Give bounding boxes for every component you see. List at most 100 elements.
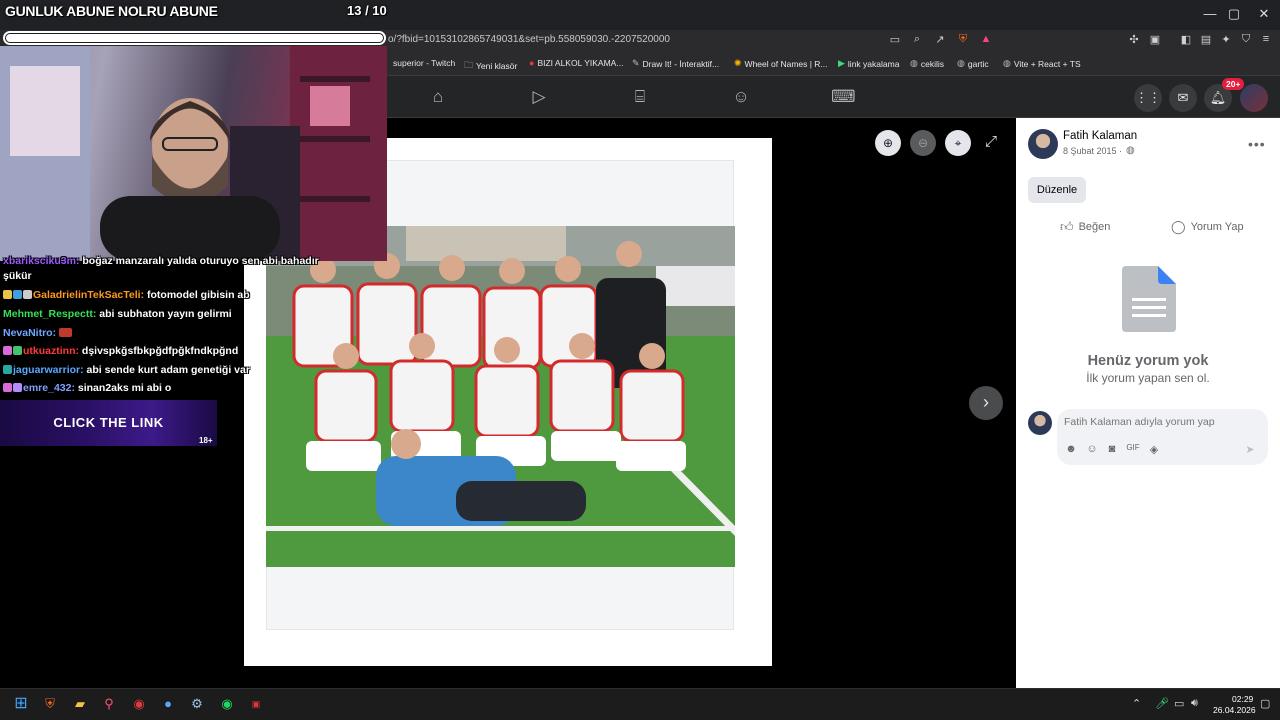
team-photo[interactable] bbox=[266, 226, 735, 567]
close-window-icon[interactable]: ✕ bbox=[1249, 6, 1279, 22]
edit-button[interactable]: Düzenle bbox=[1028, 177, 1086, 203]
chat-message: sinan2aks mi abi o bbox=[77, 382, 172, 394]
more-options-icon[interactable]: ••• bbox=[1248, 136, 1266, 152]
home-icon[interactable]: ⌂ bbox=[427, 86, 449, 108]
spotify-icon[interactable]: ◉ bbox=[217, 694, 237, 714]
marketplace-icon[interactable]: ⌸ bbox=[629, 86, 651, 108]
chat-message: boğaz manzaralı yalıda oturuyo sen abi b… bbox=[82, 255, 319, 267]
wheel-icon: ✺ bbox=[734, 58, 742, 68]
streaming-app-icon[interactable]: ▣ bbox=[246, 694, 266, 714]
share-icon[interactable]: ↗ bbox=[932, 33, 948, 46]
play-icon: ▶ bbox=[838, 58, 845, 68]
folder-icon: 🗀 bbox=[464, 60, 474, 70]
click-the-link-text: CLICK THE LINK bbox=[53, 415, 164, 430]
chat-badge-icon bbox=[3, 365, 12, 374]
bookmark-item[interactable]: ◍ gartic bbox=[957, 58, 989, 69]
camera-icon[interactable]: ◙ bbox=[1105, 443, 1119, 455]
chat-line: şükür bbox=[3, 270, 32, 282]
bookmark-item[interactable]: 🗀 Yeni klasör bbox=[464, 58, 517, 74]
bookmark-item[interactable]: ✺ Wheel of Names | R... bbox=[734, 58, 828, 69]
brave-browser-icon[interactable]: ⛨ bbox=[40, 694, 60, 714]
chat-message: abi subhaton yayın gelirmi bbox=[99, 308, 232, 320]
tag-icon[interactable]: ⌖ bbox=[945, 130, 971, 156]
clock-time[interactable]: 02:29 bbox=[1232, 694, 1253, 704]
leo-ai-icon[interactable]: ✦ bbox=[1218, 33, 1234, 46]
thumbs-up-icon: 👍︎ bbox=[1060, 219, 1074, 234]
brave-rewards-icon[interactable]: ▲ bbox=[978, 33, 994, 45]
video-icon[interactable]: ▷ bbox=[528, 86, 550, 108]
age-rating: 18+ bbox=[199, 436, 213, 445]
post-date[interactable]: 8 Şubat 2015 · bbox=[1063, 146, 1122, 156]
comment-input[interactable] bbox=[1064, 416, 1259, 428]
chat-badge-icon bbox=[3, 383, 12, 392]
author-name[interactable]: Fatih Kalaman bbox=[1063, 130, 1137, 142]
map-pin-app-icon[interactable]: ⚲ bbox=[99, 694, 119, 714]
like-button[interactable]: 👍︎ Beğen bbox=[1060, 219, 1110, 235]
comment-label: Yorum Yap bbox=[1190, 221, 1244, 233]
avatar-sticker-icon[interactable]: ☻ bbox=[1064, 443, 1078, 455]
zoom-out-icon[interactable]: ⊖ bbox=[910, 130, 936, 156]
menu-icon[interactable]: ≡ bbox=[1258, 33, 1274, 45]
fullscreen-icon[interactable]: ⤢ bbox=[985, 133, 997, 150]
emoji-icon[interactable]: ☺ bbox=[1085, 443, 1099, 455]
gaming-icon[interactable]: ⌨ bbox=[831, 86, 856, 108]
emote-icon bbox=[59, 328, 73, 337]
windows-start-icon[interactable]: ⊞ bbox=[11, 694, 31, 714]
app-red-icon[interactable]: ◉ bbox=[129, 694, 149, 714]
url-text[interactable]: o/?fbid=10153102865749031&set=pb.5580590… bbox=[388, 34, 670, 45]
globe-icon: ◍ bbox=[910, 58, 918, 68]
site-icon: ● bbox=[529, 58, 535, 68]
tab-search-icon[interactable]: ▣ bbox=[1147, 33, 1163, 46]
author-avatar[interactable] bbox=[1028, 129, 1058, 159]
sticker-icon[interactable]: ◈ bbox=[1147, 443, 1161, 456]
comment-button[interactable]: ◯ Yorum Yap bbox=[1171, 219, 1244, 235]
bookmark-item[interactable]: ▶ link yakalama bbox=[838, 58, 899, 69]
chat-username: NevaNitro: bbox=[3, 327, 57, 339]
team-photo-image bbox=[266, 226, 735, 567]
send-icon[interactable]: ➤ bbox=[1243, 443, 1257, 456]
groups-icon[interactable]: ☺ bbox=[730, 86, 752, 108]
chat-line: NevaNitro: bbox=[3, 327, 73, 339]
tray-chevron-icon[interactable]: ⌃ bbox=[1132, 697, 1141, 710]
bookmark-item[interactable]: ◍ cekilis bbox=[910, 58, 944, 69]
microphone-icon[interactable]: 🎤︎ bbox=[1155, 697, 1169, 710]
chat-line: utkuaztinn: dşivspkğsfbkpğdfpğkfndkpğnd bbox=[3, 345, 238, 357]
app-blue-icon[interactable]: ● bbox=[158, 694, 178, 714]
chat-badge-icon bbox=[13, 290, 22, 299]
bookmark-item[interactable]: superior - Twitch bbox=[393, 58, 455, 68]
chat-message: abi sende kurt adam genetiği var bbox=[86, 364, 250, 376]
vpn-icon[interactable]: ⛉ bbox=[1238, 33, 1254, 46]
document-icon bbox=[1122, 266, 1176, 332]
notifications-tray-icon[interactable]: ▢ bbox=[1260, 697, 1270, 710]
post-details-panel bbox=[1016, 118, 1280, 688]
sidebar-icon[interactable]: ◧ bbox=[1178, 33, 1194, 46]
extensions-icon[interactable]: ✣ bbox=[1126, 33, 1142, 46]
volume-icon[interactable]: 🔊︎ bbox=[1191, 697, 1198, 710]
profile-avatar[interactable] bbox=[1240, 84, 1268, 112]
webcam-image bbox=[0, 46, 387, 261]
steam-icon[interactable]: ⚙ bbox=[187, 694, 207, 714]
chat-message: dşivspkğsfbkpğdfpğkfndkpğnd bbox=[81, 345, 239, 357]
screen-cast-icon[interactable]: ▭ bbox=[887, 33, 903, 46]
chat-message: fotomodel gibisin ab bbox=[147, 289, 250, 301]
file-explorer-icon[interactable]: ▰ bbox=[70, 694, 90, 714]
bookmark-item[interactable]: ◍ Vite + React + TS bbox=[1003, 58, 1081, 69]
webcam-overlay bbox=[0, 46, 387, 261]
brave-shield-icon[interactable]: ⛨ bbox=[955, 33, 971, 46]
gif-icon[interactable]: GIF bbox=[1126, 443, 1140, 452]
pencil-icon: ✎ bbox=[632, 58, 640, 68]
menu-grid-icon[interactable]: ⋮⋮ bbox=[1134, 84, 1162, 112]
network-icon[interactable]: ▭ bbox=[1174, 697, 1184, 710]
maximize-icon[interactable]: ▢ bbox=[1219, 6, 1249, 22]
bookmark-item[interactable]: ● BIZI ALKOL YIKAMA... bbox=[529, 58, 623, 68]
zoom-icon[interactable]: ⌕ bbox=[909, 33, 925, 46]
chat-badge-icon bbox=[3, 290, 12, 299]
bookmark-item[interactable]: ✎ Draw It! - İnteraktif... bbox=[632, 58, 719, 69]
clock-date[interactable]: 26.04.2026 bbox=[1213, 705, 1256, 715]
next-photo-button[interactable]: › bbox=[969, 386, 1003, 420]
messenger-icon[interactable]: ✉ bbox=[1169, 84, 1197, 112]
globe-icon: ◍ bbox=[957, 58, 965, 68]
zoom-in-icon[interactable]: ⊕ bbox=[875, 130, 901, 156]
wallet-icon[interactable]: ▤ bbox=[1198, 33, 1214, 46]
chat-badge-icon bbox=[3, 346, 12, 355]
